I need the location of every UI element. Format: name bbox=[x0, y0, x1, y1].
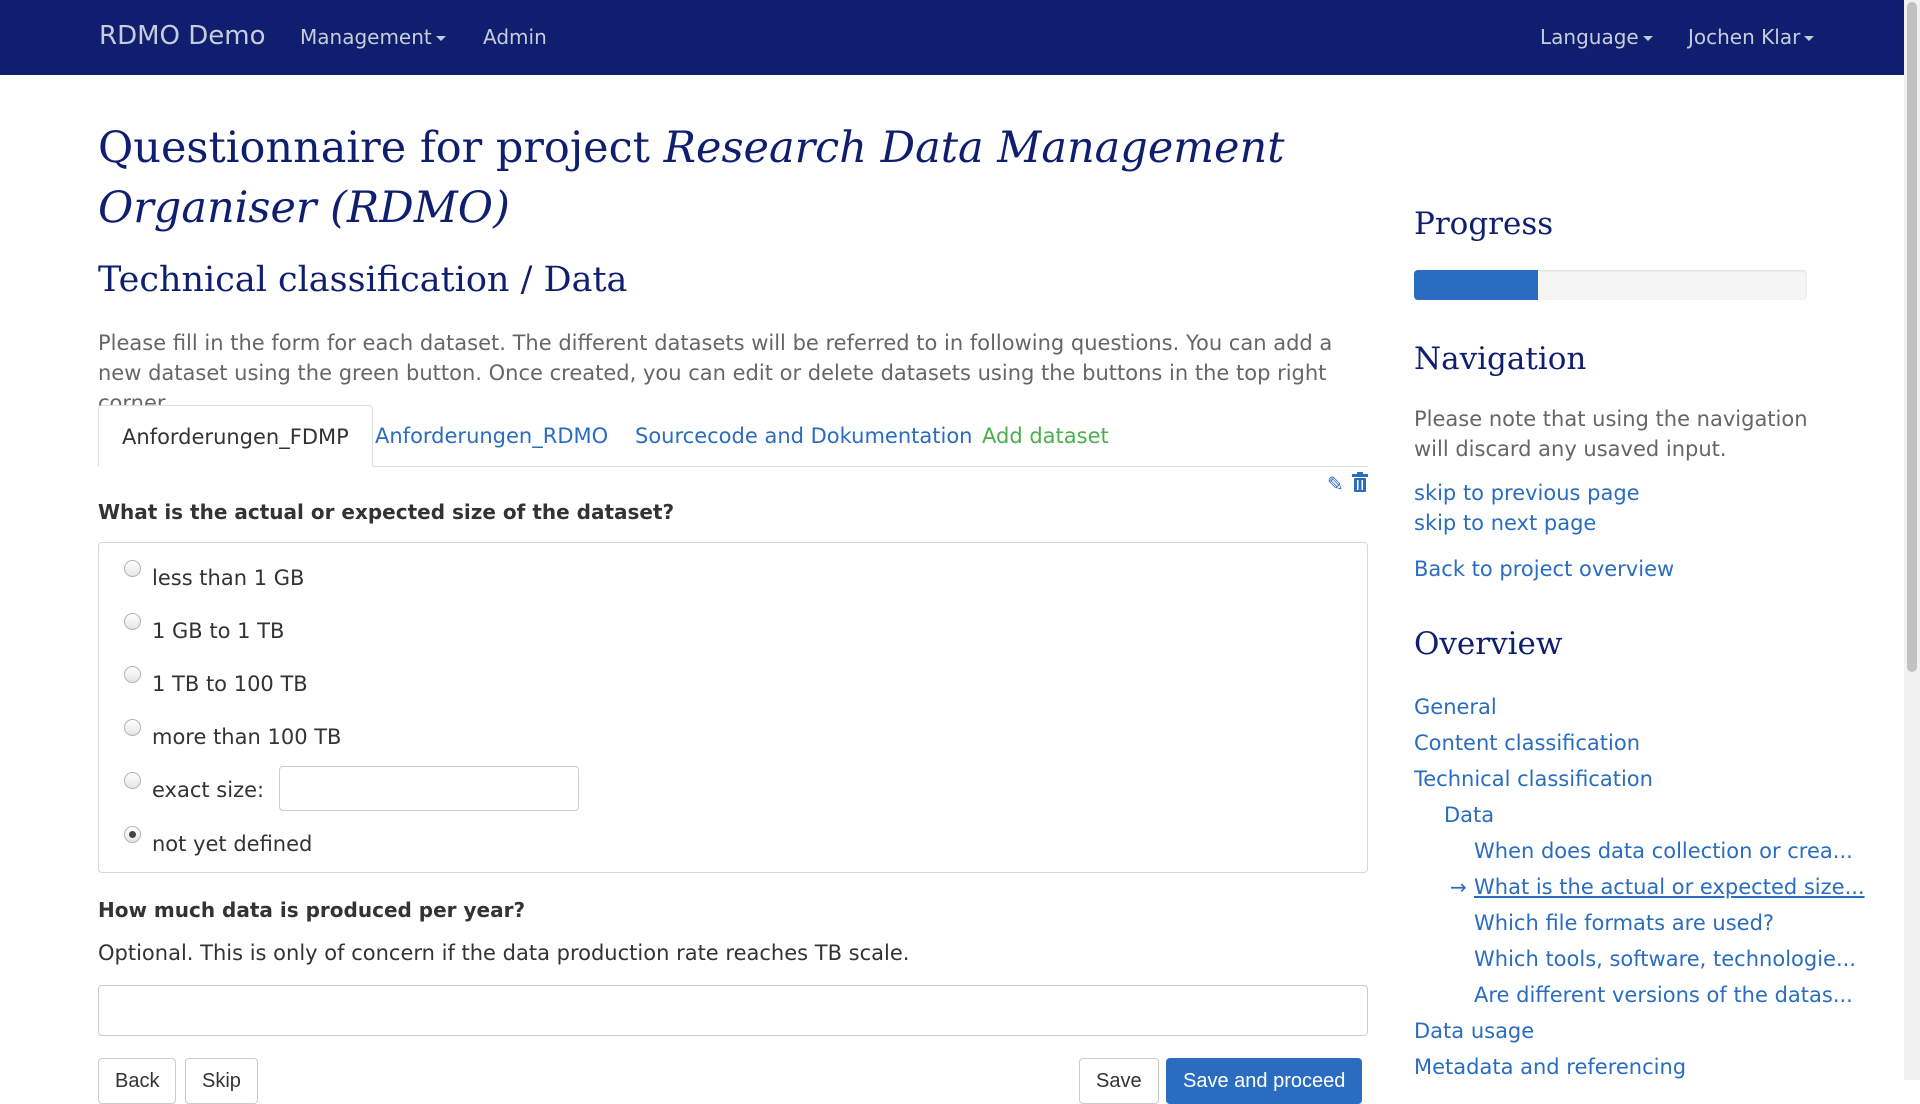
caret-down-icon bbox=[1642, 36, 1653, 41]
user-menu[interactable]: Jochen Klar bbox=[1688, 25, 1815, 49]
pencil-icon[interactable]: ✎ bbox=[1327, 472, 1344, 496]
radio-button-checked[interactable] bbox=[124, 826, 141, 843]
progress-title: Progress bbox=[1414, 206, 1554, 242]
page-scrollbar[interactable] bbox=[1904, 0, 1920, 1080]
overview-dataset-versions[interactable]: Are different versions of the datas... bbox=[1474, 983, 1853, 1007]
back-button[interactable]: Back bbox=[98, 1058, 177, 1104]
overview-technical-classification[interactable]: Technical classification bbox=[1414, 767, 1653, 791]
tab-anforderungen-fdmp[interactable]: Anforderungen_FDMP bbox=[98, 405, 373, 467]
option-label: 1 TB to 100 TB bbox=[152, 672, 308, 696]
skip-button[interactable]: Skip bbox=[185, 1058, 258, 1104]
management-menu[interactable]: Management bbox=[300, 25, 446, 49]
save-button[interactable]: Save bbox=[1079, 1058, 1159, 1104]
option-label: exact size: bbox=[152, 778, 265, 802]
progress-fill bbox=[1414, 270, 1538, 300]
size-options-box: less than 1 GB 1 GB to 1 TB 1 TB to 100 … bbox=[98, 542, 1368, 873]
current-arrow-icon: → bbox=[1450, 875, 1467, 899]
overview-dataset-size-current[interactable]: What is the actual or expected size... bbox=[1474, 875, 1865, 899]
overview-data-usage[interactable]: Data usage bbox=[1414, 1019, 1534, 1043]
section-title: Technical classification / Data bbox=[98, 260, 628, 300]
radio-button[interactable] bbox=[124, 560, 141, 577]
management-label: Management bbox=[300, 25, 432, 49]
option-exact-size[interactable]: exact size: bbox=[124, 766, 624, 811]
caret-down-icon bbox=[1804, 36, 1815, 41]
overview-data[interactable]: Data bbox=[1444, 803, 1494, 827]
option-label: not yet defined bbox=[152, 832, 313, 856]
page-title: Questionnaire for project Research Data … bbox=[98, 118, 1358, 238]
navigation-title: Navigation bbox=[1414, 341, 1587, 377]
tab-anforderungen-rdmo[interactable]: Anforderungen_RDMO bbox=[352, 405, 631, 467]
question-data-per-year: How much data is produced per year? bbox=[98, 898, 526, 922]
back-to-overview-link[interactable]: Back to project overview bbox=[1414, 557, 1674, 581]
overview-title: Overview bbox=[1414, 626, 1563, 662]
admin-link[interactable]: Admin bbox=[483, 25, 547, 49]
caret-down-icon bbox=[435, 36, 446, 41]
overview-when-data-collection[interactable]: When does data collection or crea... bbox=[1474, 839, 1853, 863]
scrollbar-thumb[interactable] bbox=[1907, 2, 1917, 672]
language-menu[interactable]: Language bbox=[1540, 25, 1653, 49]
question-dataset-size: What is the actual or expected size of t… bbox=[98, 500, 675, 524]
radio-button[interactable] bbox=[124, 666, 141, 683]
user-name: Jochen Klar bbox=[1688, 25, 1801, 49]
overview-metadata-referencing[interactable]: Metadata and referencing bbox=[1414, 1055, 1686, 1079]
page-title-prefix: Questionnaire for project bbox=[98, 123, 650, 173]
overview-general[interactable]: General bbox=[1414, 695, 1497, 719]
overview-file-formats[interactable]: Which file formats are used? bbox=[1474, 911, 1774, 935]
progress-bar bbox=[1414, 270, 1807, 300]
skip-previous-link[interactable]: skip to previous page bbox=[1414, 481, 1640, 505]
radio-button[interactable] bbox=[124, 719, 141, 736]
overview-tools-software[interactable]: Which tools, software, technologie... bbox=[1474, 947, 1856, 971]
question-help-text: Optional. This is only of concern if the… bbox=[98, 941, 910, 965]
option-label: 1 GB to 1 TB bbox=[152, 619, 285, 643]
trash-icon[interactable] bbox=[1351, 472, 1369, 497]
skip-next-link[interactable]: skip to next page bbox=[1414, 511, 1596, 535]
save-and-proceed-button[interactable]: Save and proceed bbox=[1166, 1058, 1363, 1104]
top-navbar: RDMO Demo Management Admin Language Joch… bbox=[0, 0, 1904, 75]
exact-size-input[interactable] bbox=[279, 766, 579, 811]
tab-sourcecode-dokumentation[interactable]: Sourcecode and Dokumentation bbox=[612, 405, 996, 467]
overview-content-classification[interactable]: Content classification bbox=[1414, 731, 1640, 755]
option-label: more than 100 TB bbox=[152, 725, 342, 749]
option-label: less than 1 GB bbox=[152, 566, 305, 590]
brand-link[interactable]: RDMO Demo bbox=[99, 21, 266, 51]
radio-button[interactable] bbox=[124, 613, 141, 630]
language-label: Language bbox=[1540, 25, 1639, 49]
radio-button[interactable] bbox=[124, 772, 141, 789]
add-dataset-button[interactable]: Add dataset bbox=[959, 405, 1132, 467]
navigation-note: Please note that using the navigation wi… bbox=[1414, 407, 1808, 461]
data-per-year-input[interactable] bbox=[98, 985, 1368, 1036]
